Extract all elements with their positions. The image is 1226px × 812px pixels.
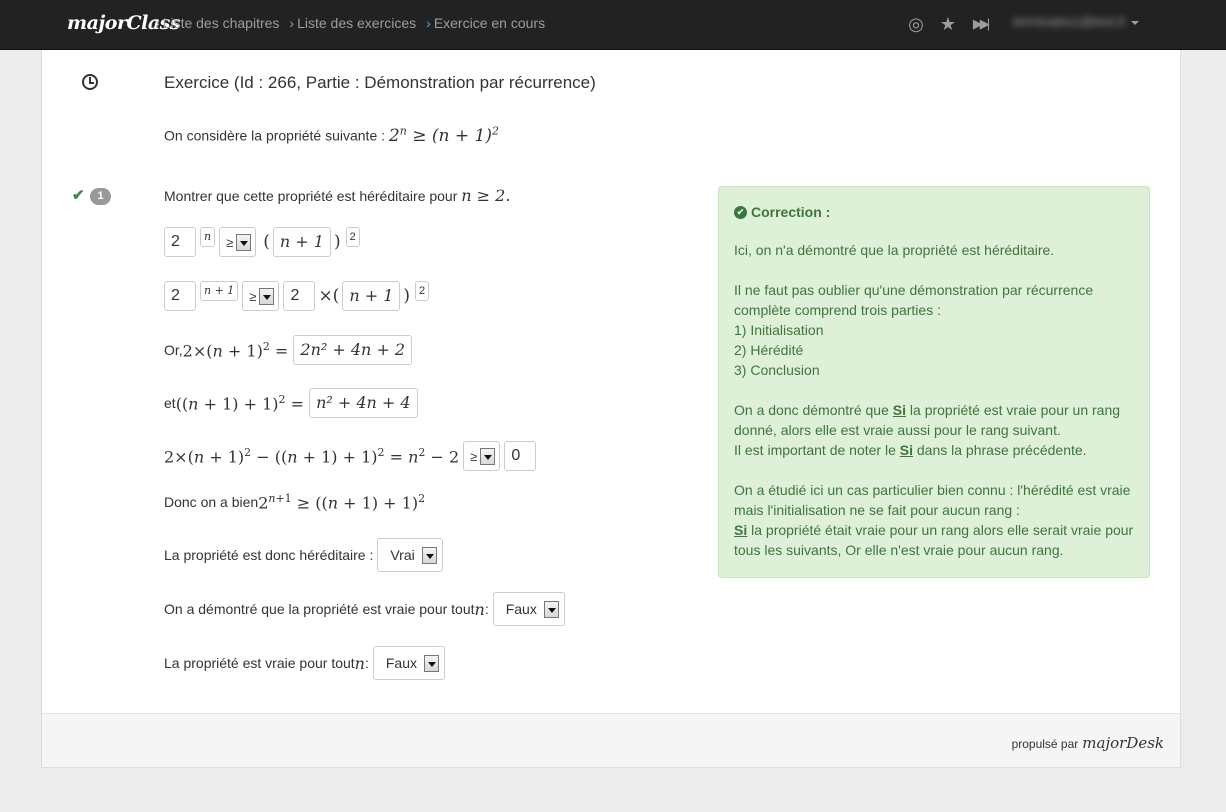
answer-input[interactable]: 2n² + 4n + 2 bbox=[293, 335, 413, 365]
answer-input[interactable]: n + 1 bbox=[342, 281, 401, 311]
question-number-badge: 1 bbox=[90, 188, 111, 205]
step-row-9: La propriété est vraie pour tout n : Fau… bbox=[164, 646, 449, 680]
card-footer: propulsé par majorDesk bbox=[42, 713, 1180, 767]
correction-panel: ✔ Correction : Ici, on n'a démontré que l… bbox=[718, 186, 1150, 578]
correction-paragraph: Il ne faut pas oublier qu'une démonstrat… bbox=[734, 282, 1094, 378]
chevron-down-icon bbox=[236, 233, 252, 251]
user-menu[interactable]: terminales1@test.fr bbox=[1013, 14, 1139, 29]
answer-input[interactable]: n + 1 bbox=[272, 227, 331, 257]
ok-circle-icon: ✔ bbox=[734, 205, 747, 219]
step-row-6: Donc on a bien 2n+1 ≥ ((n + 1) + 1)2 bbox=[164, 492, 426, 513]
skip-forward-icon[interactable]: ▶▶| bbox=[970, 13, 990, 35]
check-icon: ✔ bbox=[72, 187, 85, 204]
comparison-select[interactable]: ≥ bbox=[242, 281, 280, 311]
target-icon[interactable]: ◎ bbox=[906, 13, 926, 35]
chevron-down-icon bbox=[1130, 20, 1139, 25]
step-row-3: Or, 2×(n + 1)2 = 2n² + 4n + 2 bbox=[164, 335, 413, 365]
step-formula: 2×(n + 1)2 − ((n + 1) + 1)2 = n2 − 2 bbox=[164, 445, 460, 467]
chevron-down-icon bbox=[421, 546, 437, 564]
breadcrumb: › Liste des chapitres › Liste des exercice… bbox=[155, 15, 545, 33]
exercise-statement: On considère la propriété suivante : 2n … bbox=[164, 124, 499, 146]
chevron-down-icon bbox=[543, 600, 559, 618]
chevron-down-icon bbox=[480, 447, 496, 465]
step-row-8: On a démontré que la propriété est vraie… bbox=[164, 592, 569, 626]
answer-exponent[interactable]: n bbox=[200, 227, 216, 247]
truth-select[interactable]: Faux bbox=[492, 592, 565, 626]
truth-select[interactable]: Vrai bbox=[377, 538, 443, 572]
breadcrumb-chapters[interactable]: › Liste des chapitres bbox=[155, 15, 279, 33]
star-icon[interactable]: ★ bbox=[938, 13, 958, 35]
exercise-title: Exercice (Id : 266, Partie : Démonstrati… bbox=[164, 73, 596, 92]
powered-by: propulsé par majorDesk bbox=[1011, 734, 1164, 752]
correction-paragraph: On a étudié ici un cas particulier bien … bbox=[734, 482, 1134, 558]
step-row-5: 2×(n + 1)2 − ((n + 1) + 1)2 = n2 − 2 ≥ 0 bbox=[164, 441, 537, 471]
answer-exponent[interactable]: 2 bbox=[415, 281, 430, 301]
truth-select[interactable]: Faux bbox=[372, 646, 445, 680]
comparison-select[interactable]: ≥ bbox=[463, 441, 501, 471]
statement-formula: 2n ≥ (n + 1)2 bbox=[388, 124, 499, 146]
answer-input[interactable]: 2 bbox=[164, 281, 196, 311]
majordesk-logo[interactable]: majorDesk bbox=[1082, 734, 1164, 752]
step-formula: 2×(n + 1)2 = bbox=[182, 339, 294, 361]
answer-input[interactable]: 2 bbox=[164, 227, 196, 257]
step-row-7: La propriété est donc héréditaire : Vrai bbox=[164, 538, 447, 572]
step-formula: ((n + 1) + 1)2 = bbox=[175, 392, 310, 414]
step-formula: 2n+1 ≥ ((n + 1) + 1)2 bbox=[258, 492, 426, 513]
question-text: Montrer que cette propriété est hérédita… bbox=[164, 186, 511, 205]
answer-input[interactable]: 0 bbox=[504, 441, 537, 471]
answer-exponent[interactable]: 2 bbox=[345, 227, 360, 247]
clock-icon bbox=[82, 74, 98, 90]
breadcrumb-exercises[interactable]: › Liste des exercices bbox=[289, 15, 416, 33]
user-email: terminales1@test.fr bbox=[1013, 14, 1126, 29]
breadcrumb-current[interactable]: › Exercice en cours bbox=[426, 15, 545, 33]
correction-paragraph: On a donc démontré que Si la propriété e… bbox=[734, 402, 1121, 458]
correction-paragraph: Ici, on n'a démontré que la propriété es… bbox=[734, 242, 1055, 258]
step-row-2: 2 n + 1 ≥ 2 ×( n + 1 ) 2 bbox=[164, 281, 430, 311]
top-navbar: majorClass › Liste des chapitres › Liste d… bbox=[0, 0, 1226, 50]
correction-title: ✔ Correction : bbox=[734, 204, 1134, 220]
step-row-4: et ((n + 1) + 1)2 = n² + 4n + 4 bbox=[164, 388, 418, 418]
answer-input[interactable]: 2 bbox=[283, 281, 316, 311]
chevron-down-icon bbox=[259, 287, 275, 305]
nav-icons: ◎ ★ ▶▶| bbox=[906, 13, 990, 35]
chevron-down-icon bbox=[424, 654, 439, 672]
answer-input[interactable]: n² + 4n + 4 bbox=[309, 388, 418, 418]
step-row-1: 2 n ≥ ( n + 1 ) 2 bbox=[164, 227, 360, 257]
comparison-select[interactable]: ≥ bbox=[219, 227, 257, 257]
answer-exponent[interactable]: n + 1 bbox=[200, 281, 239, 301]
